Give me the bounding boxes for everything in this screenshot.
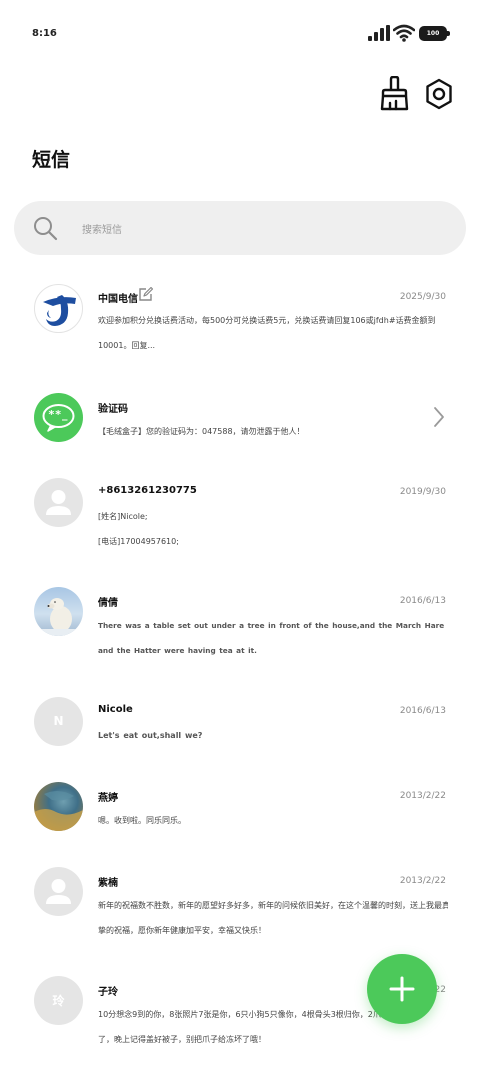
default-user-icon — [46, 490, 71, 515]
message-date: 2019/9/30 — [399, 487, 446, 497]
message-preview: 新年的祝福数不胜数，新年的愿望好多好多，新年的问候依旧美好，在这个温馨的时刻，送… — [98, 901, 448, 935]
search-icon — [34, 217, 58, 241]
landscape-photo-icon — [34, 790, 83, 831]
message-item[interactable]: +8613261230775 2019/9/30 [姓名]Nicole; [电话… — [0, 478, 480, 558]
message-item[interactable]: **_ 验证码 【毛绒盒子】您的验证码为：047588，请勿泄露于他人！ — [0, 393, 480, 443]
message-preview: 嗯。收到啦。同乐同乐。 — [98, 816, 186, 825]
chevron-right-icon — [434, 407, 444, 427]
settings-hexagon-icon — [426, 78, 452, 110]
message-date: 2025/9/30 — [399, 292, 446, 302]
battery-icon: 100 — [419, 26, 450, 41]
page-title: 短信 — [32, 149, 71, 171]
sender-name: 紫楠 — [98, 878, 118, 889]
avatar-text: N — [53, 714, 64, 728]
avatar — [34, 867, 83, 916]
sender-name: 子玲 — [98, 987, 118, 998]
signal-icon — [368, 25, 390, 41]
sender-name: 中国电信 — [98, 294, 138, 305]
sender-name: 验证码 — [98, 404, 128, 415]
avatar: **_ — [34, 393, 83, 442]
avatar — [34, 284, 83, 333]
avatar — [34, 587, 83, 636]
message-item[interactable]: 中国电信 2025/9/30 欢迎参加积分兑换话费活动，每500分可兑换话费5元… — [0, 284, 480, 364]
cleanup-button[interactable] — [378, 75, 412, 112]
message-date: 2016/6/13 — [399, 596, 446, 606]
message-preview: 欢迎参加积分兑换话费活动，每500分可兑换话费5元，兑换话费请回复106或jfd… — [98, 316, 436, 350]
avatar-text: **_ — [48, 408, 69, 421]
china-telecom-logo-icon — [43, 295, 76, 326]
search-bar[interactable]: 搜索短信 — [14, 201, 466, 255]
wifi-icon — [393, 24, 415, 42]
status-bar: 8:16 100 — [0, 0, 480, 64]
message-date: 2016/6/13 — [399, 706, 446, 716]
status-time: 8:16 — [32, 28, 57, 39]
avatar — [34, 782, 83, 831]
message-item[interactable]: 燕婷 2013/2/22 嗯。收到啦。同乐同乐。 — [0, 782, 480, 832]
message-preview: 【毛绒盒子】您的验证码为：047588，请勿泄露于他人！ — [98, 427, 305, 436]
plus-icon — [389, 976, 415, 1002]
message-item[interactable]: N Nicole 2016/6/13 Let's eat out,shall w… — [0, 697, 480, 747]
message-preview: There was a table set out under a tree i… — [98, 621, 445, 655]
new-message-button[interactable] — [367, 954, 437, 1024]
avatar — [34, 478, 83, 527]
default-user-icon — [46, 879, 71, 904]
avatar-text: 玲 — [52, 994, 65, 1008]
message-date: 2013/2/22 — [399, 876, 446, 886]
broom-icon — [380, 75, 409, 111]
settings-button[interactable] — [422, 77, 456, 111]
avatar: N — [34, 697, 83, 746]
avatar: 玲 — [34, 976, 83, 1025]
message-item[interactable]: 紫楠 2013/2/22 新年的祝福数不胜数，新年的愿望好多好多，新年的问候依旧… — [0, 867, 480, 947]
battery-level: 100 — [426, 30, 440, 37]
message-date: 2013/2/22 — [399, 791, 446, 801]
search-input[interactable]: 搜索短信 — [82, 221, 122, 236]
sender-name: 燕婷 — [98, 793, 118, 804]
edit-icon[interactable] — [138, 287, 153, 302]
sender-name: +8613261230775 — [98, 485, 197, 496]
sender-name: Nicole — [98, 704, 133, 715]
message-preview: Let's eat out,shall we? — [98, 731, 203, 740]
sender-name: 倩倩 — [98, 598, 118, 609]
polar-bear-photo-icon — [34, 598, 83, 636]
message-preview: [姓名]Nicole; [电话]17004957610; — [98, 512, 179, 546]
message-item[interactable]: 倩倩 2016/6/13 There was a table set out u… — [0, 587, 480, 667]
